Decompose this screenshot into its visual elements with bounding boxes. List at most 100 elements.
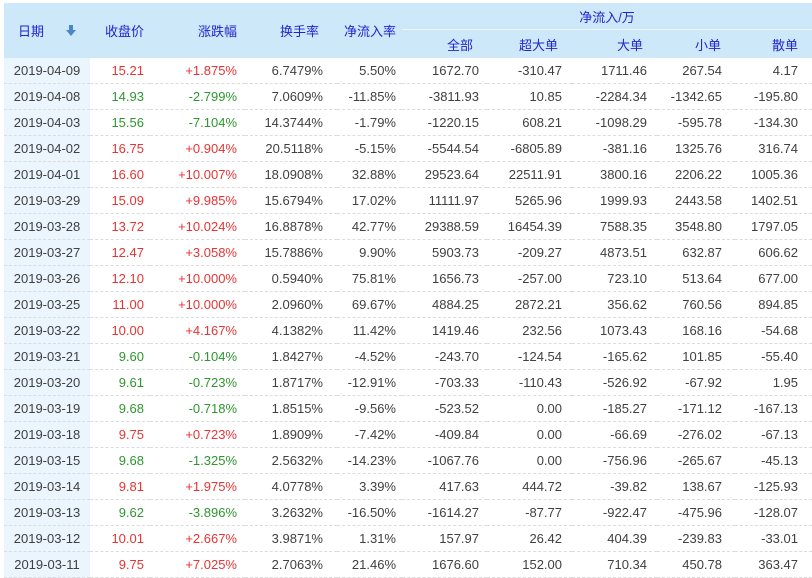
fund-flow-panel: 日期 收盘价 涨跌幅 换手率 净流入率 净流入/万 全部 超大单 大单 小单 散… [0, 0, 812, 578]
inflow-small-cell: -239.83 [657, 526, 735, 552]
change-percent-cell: +10.000% [150, 292, 245, 318]
close-price-cell: 12.47 [90, 240, 150, 266]
change-percent-cell: -0.104% [150, 344, 245, 370]
inflow-retail-cell: -67.13 [735, 422, 812, 448]
table-body: 2019-04-0915.21+1.875%6.7479%5.50%1672.7… [4, 58, 812, 578]
date-cell: 2019-03-15 [4, 448, 90, 474]
net-inflow-rate-cell: 42.77% [337, 214, 402, 240]
inflow-super-large-cell: -87.77 [487, 500, 572, 526]
turnover-rate-cell: 1.8717% [245, 370, 337, 396]
turnover-rate-cell: 3.9871% [245, 526, 337, 552]
date-cell: 2019-03-14 [4, 474, 90, 500]
net-inflow-rate-cell: 9.90% [337, 240, 402, 266]
table-row: 2019-03-2712.47+3.058%15.7886%9.90%5903.… [4, 240, 812, 266]
net-inflow-rate-cell: 32.88% [337, 162, 402, 188]
table-row: 2019-03-2612.10+10.000%0.5940%75.81%1656… [4, 266, 812, 292]
change-percent-cell: +0.723% [150, 422, 245, 448]
inflow-all-cell: -243.70 [402, 344, 487, 370]
inflow-super-large-cell: 232.56 [487, 318, 572, 344]
net-inflow-rate-cell: -14.23% [337, 448, 402, 474]
inflow-large-cell: 356.62 [572, 292, 657, 318]
column-header-close-price[interactable]: 收盘价 [90, 3, 150, 58]
change-percent-cell: +3.058% [150, 240, 245, 266]
inflow-large-cell: 4873.51 [572, 240, 657, 266]
close-price-cell: 12.10 [90, 266, 150, 292]
date-cell: 2019-04-08 [4, 84, 90, 110]
inflow-super-large-cell: 22511.91 [487, 162, 572, 188]
date-cell: 2019-03-19 [4, 396, 90, 422]
change-percent-cell: -0.723% [150, 370, 245, 396]
inflow-super-large-cell: 444.72 [487, 474, 572, 500]
inflow-retail-cell: 4.17 [735, 58, 812, 84]
inflow-all-cell: -3811.93 [402, 84, 487, 110]
table-row: 2019-03-2915.09+9.985%15.6794%17.02%1111… [4, 188, 812, 214]
table-row: 2019-03-2813.72+10.024%16.8878%42.77%293… [4, 214, 812, 240]
turnover-rate-cell: 1.8909% [245, 422, 337, 448]
inflow-retail-cell: -54.68 [735, 318, 812, 344]
inflow-small-cell: 3548.80 [657, 214, 735, 240]
net-inflow-rate-cell: -9.56% [337, 396, 402, 422]
net-inflow-rate-cell: -5.15% [337, 136, 402, 162]
date-cell: 2019-03-22 [4, 318, 90, 344]
column-header-turnover-rate[interactable]: 换手率 [245, 3, 337, 58]
inflow-small-cell: -265.67 [657, 448, 735, 474]
inflow-small-cell: -595.78 [657, 110, 735, 136]
turnover-rate-cell: 4.0778% [245, 474, 337, 500]
inflow-large-cell: -756.96 [572, 448, 657, 474]
inflow-retail-cell: 1797.05 [735, 214, 812, 240]
date-header-label: 日期 [18, 21, 44, 40]
close-price-cell: 9.68 [90, 396, 150, 422]
turnover-rate-cell: 2.5632% [245, 448, 337, 474]
inflow-large-cell: 1999.93 [572, 188, 657, 214]
close-price-cell: 11.00 [90, 292, 150, 318]
column-header-change-percent[interactable]: 涨跌幅 [150, 3, 245, 58]
column-header-date[interactable]: 日期 [4, 3, 90, 58]
date-cell: 2019-03-18 [4, 422, 90, 448]
column-header-large-order[interactable]: 大单 [572, 30, 657, 59]
column-header-all[interactable]: 全部 [402, 30, 487, 59]
table-row: 2019-04-0814.93-2.799%7.0609%-11.85%-381… [4, 84, 812, 110]
inflow-super-large-cell: -110.43 [487, 370, 572, 396]
inflow-all-cell: 1676.60 [402, 552, 487, 578]
inflow-super-large-cell: 26.42 [487, 526, 572, 552]
inflow-small-cell: 168.16 [657, 318, 735, 344]
net-inflow-rate-cell: 5.50% [337, 58, 402, 84]
column-header-small-order[interactable]: 小单 [657, 30, 735, 59]
net-inflow-rate-cell: -4.52% [337, 344, 402, 370]
close-price-cell: 9.60 [90, 344, 150, 370]
turnover-rate-cell: 14.3744% [245, 110, 337, 136]
column-header-net-inflow-rate[interactable]: 净流入率 [337, 3, 402, 58]
inflow-all-cell: 29523.64 [402, 162, 487, 188]
change-percent-cell: -1.325% [150, 448, 245, 474]
close-price-cell: 15.21 [90, 58, 150, 84]
inflow-all-cell: -523.52 [402, 396, 487, 422]
date-cell: 2019-03-27 [4, 240, 90, 266]
inflow-retail-cell: -195.80 [735, 84, 812, 110]
close-price-cell: 9.75 [90, 422, 150, 448]
turnover-rate-cell: 0.5940% [245, 266, 337, 292]
inflow-small-cell: -67.92 [657, 370, 735, 396]
table-row: 2019-03-219.60-0.104%1.8427%-4.52%-243.7… [4, 344, 812, 370]
turnover-rate-cell: 15.6794% [245, 188, 337, 214]
inflow-super-large-cell: -209.27 [487, 240, 572, 266]
inflow-large-cell: -185.27 [572, 396, 657, 422]
inflow-retail-cell: 606.62 [735, 240, 812, 266]
table-row: 2019-03-119.75+7.025%2.7063%21.46%1676.6… [4, 552, 812, 578]
sort-descending-icon [66, 25, 76, 36]
inflow-large-cell: 3800.16 [572, 162, 657, 188]
change-percent-cell: -7.104% [150, 110, 245, 136]
close-price-cell: 15.56 [90, 110, 150, 136]
table-row: 2019-04-0116.60+10.007%18.0908%32.88%295… [4, 162, 812, 188]
close-price-cell: 9.62 [90, 500, 150, 526]
inflow-all-cell: 1672.70 [402, 58, 487, 84]
inflow-all-cell: 11111.97 [402, 188, 487, 214]
inflow-retail-cell: -167.13 [735, 396, 812, 422]
inflow-super-large-cell: 608.21 [487, 110, 572, 136]
inflow-large-cell: -39.82 [572, 474, 657, 500]
inflow-large-cell: -381.16 [572, 136, 657, 162]
turnover-rate-cell: 3.2632% [245, 500, 337, 526]
date-cell: 2019-03-13 [4, 500, 90, 526]
column-header-retail-order[interactable]: 散单 [735, 30, 812, 59]
column-header-super-large-order[interactable]: 超大单 [487, 30, 572, 59]
inflow-large-cell: 723.10 [572, 266, 657, 292]
